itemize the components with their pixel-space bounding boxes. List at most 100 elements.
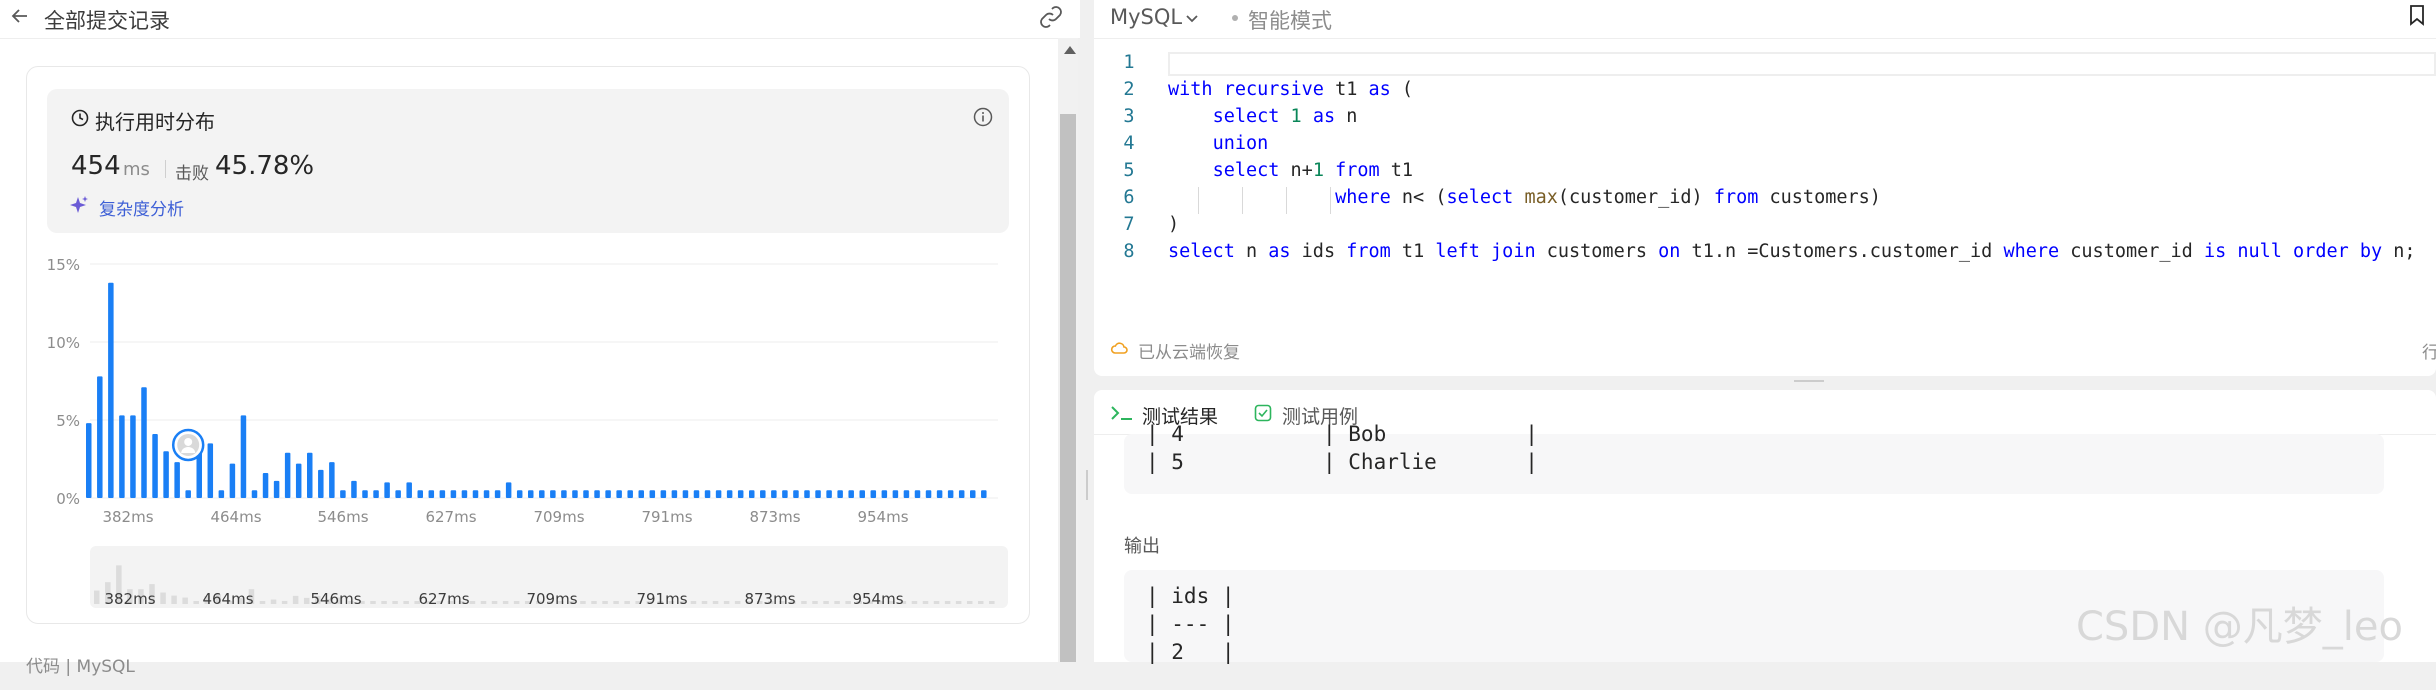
mini-bar [602,601,608,604]
mini-bar [469,601,476,604]
code-token: with recursive [1168,79,1324,100]
code-line[interactable]: 5 select n+1 from t1 [1094,160,2436,187]
code-token: on [1658,241,1681,262]
editor-toolbar: MySQL 智能模式 [1094,0,2436,39]
chart-bar [936,490,943,498]
line-number: 7 [1123,214,1135,235]
chevron-down-icon[interactable] [1184,10,1200,26]
chart-bar [229,463,236,498]
mini-bar [690,601,697,604]
chart-bar [981,490,987,498]
chart-bar [925,490,932,498]
mini-bar [259,601,266,604]
code-line[interactable]: 7) [1094,214,2436,241]
code-line[interactable]: 2 with recursive t1 as ( [1094,79,2436,106]
mini-bar [480,601,487,604]
code-line[interactable]: 3 select 1 as n [1094,106,2436,133]
beats-label: 击败 [175,164,209,184]
output-row: | --- | [1146,612,1235,636]
mini-bar [193,601,199,604]
scrollbar-thumb[interactable] [1060,114,1076,662]
code-token: order by [2293,241,2383,262]
mini-bar [834,601,840,604]
code-editor-pane: MySQL 智能模式 1 2 with recursive t1 as (3 sel… [1094,0,2436,376]
chart-bar [494,490,501,498]
chart-bar [373,490,379,498]
mini-bar [944,601,951,604]
code-area[interactable]: 1 2 with recursive t1 as (3 select 1 as n4… [1094,52,2436,332]
chart-bar [340,490,346,498]
mini-bar [911,601,918,604]
code-text: select n as ids from t1 left join custom… [1168,241,2416,262]
chart-bar [207,443,214,498]
y-tick-label: 5% [56,412,80,430]
code-token: select [1446,187,1514,208]
bookmark-icon[interactable] [2408,4,2426,26]
mini-bar [381,601,387,604]
mini-bar [712,601,719,604]
chart-bar [605,490,611,498]
arrow-left-icon[interactable] [10,6,30,26]
chart-bar [903,490,910,498]
y-tick-label: 0% [56,490,80,508]
mini-bar [933,601,940,604]
line-number: 5 [1123,160,1135,181]
code-token: as [1312,106,1336,127]
link-icon[interactable] [1038,4,1064,30]
chart-bar [660,490,667,498]
mode-dot [1232,15,1238,21]
chart-bar [804,490,810,498]
code-line[interactable]: 6 where n< (select max(customer_id) from… [1094,187,2436,214]
pane-resize-divider[interactable] [1080,0,1094,662]
chart-bar [240,415,247,498]
chart-bar [682,490,689,498]
code-token: n< ( [1390,187,1447,208]
language-select[interactable]: MySQL [1110,5,1182,29]
chart-bar [539,490,545,498]
mini-bar [723,601,730,604]
runtime-distribution-chart[interactable]: 15% 10% 5% 0% 382ms 464ms 546ms 627ms 709ms 791ms… [40,236,1000,536]
chart-bar [516,490,523,498]
output-row: | ids | [1146,584,1235,608]
smart-mode-toggle[interactable]: 智能模式 [1248,5,1332,35]
clock-icon [71,109,89,127]
chart-bar [947,490,954,498]
divider-handle[interactable] [1086,470,1088,500]
chart-bar [837,490,843,498]
line-number: 6 [1123,187,1135,208]
chart-bar [726,490,733,498]
code-token: from [1335,160,1380,181]
line-number: 1 [1123,52,1135,73]
beats-value: 45.78% [215,151,315,181]
runtime-range-selector[interactable]: 382ms 464ms 546ms 627ms 709ms 791ms 873ms 954ms [90,546,1008,608]
x-tick-label: 464ms [210,508,261,526]
mini-bar [292,595,299,604]
info-icon[interactable] [973,107,993,127]
scroll-up-arrow[interactable] [1064,46,1076,54]
mini-bar [303,597,310,604]
code-token: select [1212,106,1280,127]
chart-bar [417,490,423,498]
code-line[interactable]: 1 [1094,52,2436,79]
code-line[interactable]: 4 union [1094,133,2436,160]
mini-bar [580,601,586,604]
mini-bar [491,601,498,604]
mini-x-tick-label: 873ms [744,590,795,608]
page-title[interactable]: 全部提交记录 [44,5,170,35]
mini-bar [171,595,177,604]
chart-bar [450,490,457,498]
chart-bar [892,490,899,498]
chart-bar [362,490,368,498]
current-line-highlight [1168,52,2436,76]
code-text: select n+1 from t1 [1168,160,1414,181]
horizontal-resize-handle[interactable] [1794,380,1824,382]
complexity-analysis-link[interactable]: 复杂度分析 [99,195,184,220]
mini-x-tick-label: 464ms [202,590,253,608]
chart-bar [273,480,280,498]
code-line[interactable]: 8 select n as ids from t1 left join custo… [1094,241,2436,268]
mini-bar [966,601,973,604]
x-tick-label: 546ms [317,508,368,526]
chart-bar [119,415,125,498]
